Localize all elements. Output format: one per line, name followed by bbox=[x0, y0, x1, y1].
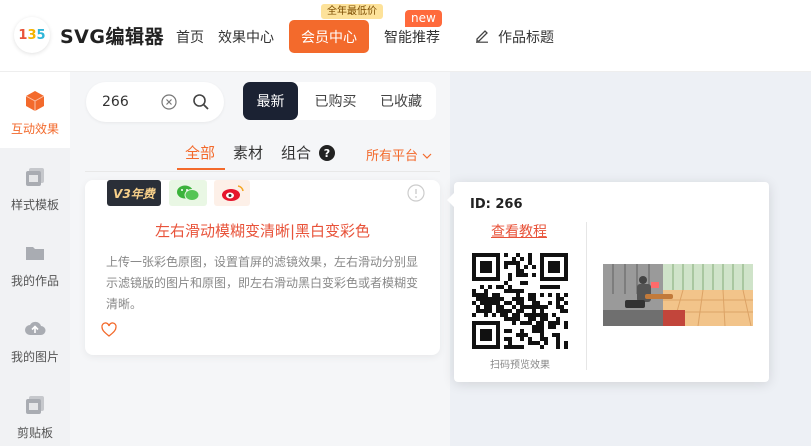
search-box[interactable]: 266 bbox=[86, 82, 224, 122]
wechat-icon bbox=[169, 180, 207, 206]
sidebar-item-templates[interactable]: 样式模板 bbox=[0, 148, 70, 224]
help-icon[interactable]: ? bbox=[319, 145, 335, 161]
sidebar-item-clipboard[interactable]: 剪贴板 bbox=[0, 376, 70, 446]
sidebar: 互动效果 样式模板 我的作品 我的图片 剪贴板 bbox=[0, 72, 70, 446]
sidebar-item-label: 剪贴板 bbox=[16, 426, 53, 440]
card-title[interactable]: 左右滑动模糊变清晰|黑白变彩色 bbox=[85, 220, 440, 241]
tab-combos[interactable]: 组合 bbox=[281, 142, 311, 163]
search-input[interactable]: 266 bbox=[102, 94, 129, 110]
sidebar-item-label: 我的图片 bbox=[10, 350, 59, 364]
effect-id: ID: 266 bbox=[470, 197, 523, 212]
sidebar-item-label: 我的作品 bbox=[10, 274, 59, 288]
cloud-upload-icon bbox=[25, 321, 46, 335]
template-icon bbox=[26, 168, 44, 186]
nav-home[interactable]: 首页 bbox=[176, 27, 204, 47]
brand-name: SVG编辑器 bbox=[60, 26, 164, 48]
card-description: 上传一张彩色原图，设置首屏的滤镜效果，左右滑动分别显示滤镜版的图片和原图，即左右… bbox=[106, 255, 419, 311]
qr-caption: 扫码预览效果 bbox=[490, 360, 550, 371]
effect-preview-image bbox=[603, 264, 753, 326]
view-tutorial-link[interactable]: 查看教程 bbox=[491, 221, 547, 241]
sidebar-item-my-images[interactable]: 我的图片 bbox=[0, 300, 70, 376]
sidebar-item-label: 互动效果 bbox=[10, 122, 59, 136]
info-icon[interactable] bbox=[407, 184, 425, 202]
cube-icon bbox=[25, 91, 45, 111]
weibo-icon bbox=[214, 180, 250, 206]
nav-smart-recommend[interactable]: 智能推荐 bbox=[384, 27, 440, 47]
sidebar-item-my-works[interactable]: 我的作品 bbox=[0, 224, 70, 300]
segment-latest[interactable]: 最新 bbox=[243, 82, 298, 120]
tab-materials[interactable]: 素材 bbox=[233, 142, 263, 163]
search-icon[interactable] bbox=[192, 93, 210, 111]
segment-purchased[interactable]: 已购买 bbox=[303, 82, 368, 120]
clipboard-icon bbox=[26, 396, 44, 414]
chevron-down-icon bbox=[422, 153, 432, 159]
sidebar-item-interactive[interactable]: 互动效果 bbox=[0, 72, 70, 148]
folder-icon bbox=[26, 247, 44, 260]
clear-icon[interactable] bbox=[161, 94, 177, 110]
nav-effects-center[interactable]: 效果中心 bbox=[218, 27, 274, 47]
vip-center-button[interactable]: 会员中心 bbox=[289, 20, 369, 53]
work-title-field[interactable]: 作品标题 bbox=[498, 27, 554, 47]
lowest-price-badge: 全年最低价 bbox=[321, 4, 383, 19]
popover-divider bbox=[586, 222, 587, 370]
qr-code bbox=[472, 253, 568, 349]
tab-all[interactable]: 全部 bbox=[185, 142, 215, 163]
pencil-icon bbox=[476, 30, 488, 43]
vip-badge: V3年费 bbox=[107, 180, 161, 206]
platform-dropdown[interactable]: 所有平台 bbox=[366, 145, 432, 164]
popover-arrow bbox=[447, 193, 454, 207]
segment-favorited[interactable]: 已收藏 bbox=[370, 82, 432, 120]
active-tab-indicator bbox=[177, 168, 225, 170]
new-badge: new bbox=[405, 10, 442, 27]
app-logo[interactable]: 135 bbox=[14, 17, 50, 53]
sidebar-item-label: 样式模板 bbox=[10, 198, 59, 212]
sort-segment: 最新 已购买 已收藏 bbox=[243, 82, 436, 120]
heart-icon[interactable] bbox=[101, 322, 117, 338]
